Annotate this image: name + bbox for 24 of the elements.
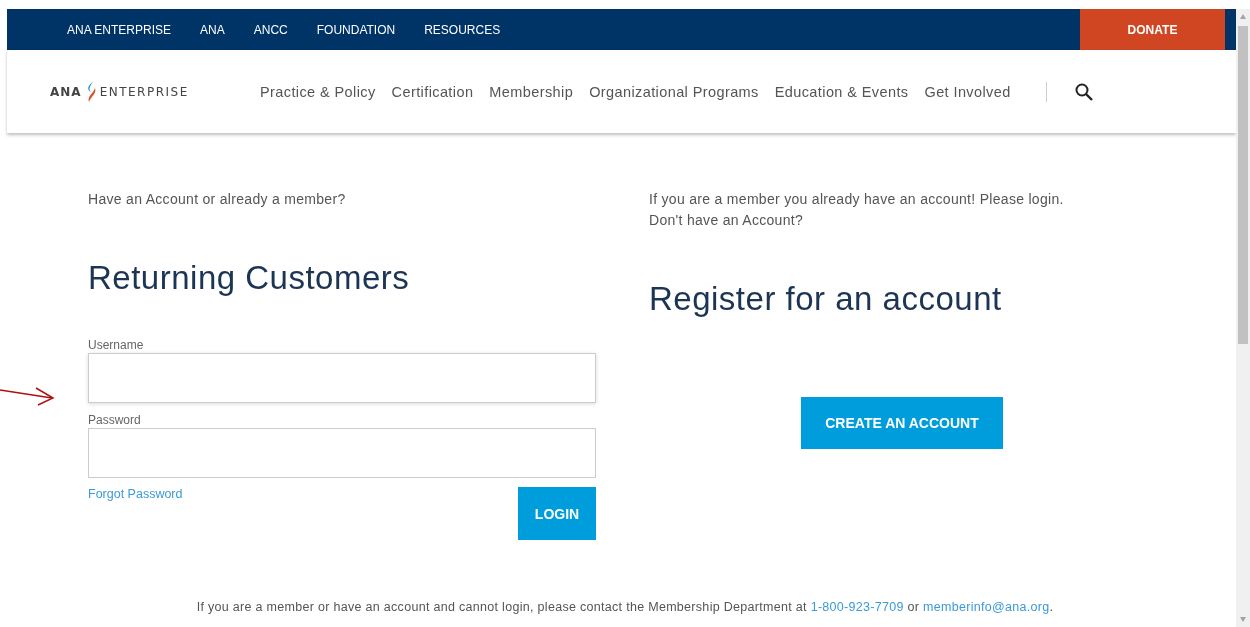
nav-link[interactable]: Education & Events [774, 83, 909, 100]
intro-text: If you are a member you already have an account! Please login. Don't have an Account? [649, 190, 1065, 230]
nav-link[interactable]: Certification [391, 83, 474, 100]
utility-nav-link[interactable]: ANA [200, 22, 225, 37]
section-heading: Register for an account [649, 280, 1003, 318]
utility-nav-link[interactable]: ANCC [253, 22, 288, 37]
intro-text: Have an Account or already a member? [88, 190, 347, 209]
nav-link[interactable]: Get Involved [924, 83, 1011, 100]
nav-link[interactable]: Practice & Policy [260, 83, 376, 100]
field-label: Password [88, 413, 142, 427]
section-heading: Returning Customers [88, 259, 411, 297]
utility-nav-link[interactable]: RESOURCES [424, 22, 501, 37]
utility-nav-link[interactable]: FOUNDATION [316, 22, 396, 37]
password-field[interactable] [88, 428, 596, 478]
logo-text: ENTERPRISE [99, 84, 189, 99]
donate-button[interactable]: DONATE [1080, 9, 1225, 50]
arrow-icon [0, 384, 56, 408]
username-field[interactable] [88, 353, 596, 403]
field-label: Username [88, 338, 145, 352]
utility-nav-link[interactable]: ANA ENTERPRISE [67, 22, 172, 37]
logo-text: ANA [50, 84, 82, 99]
nav-link[interactable]: Organizational Programs [589, 83, 759, 100]
search-icon[interactable] [1074, 82, 1093, 101]
nav-link[interactable]: Membership [489, 83, 574, 100]
